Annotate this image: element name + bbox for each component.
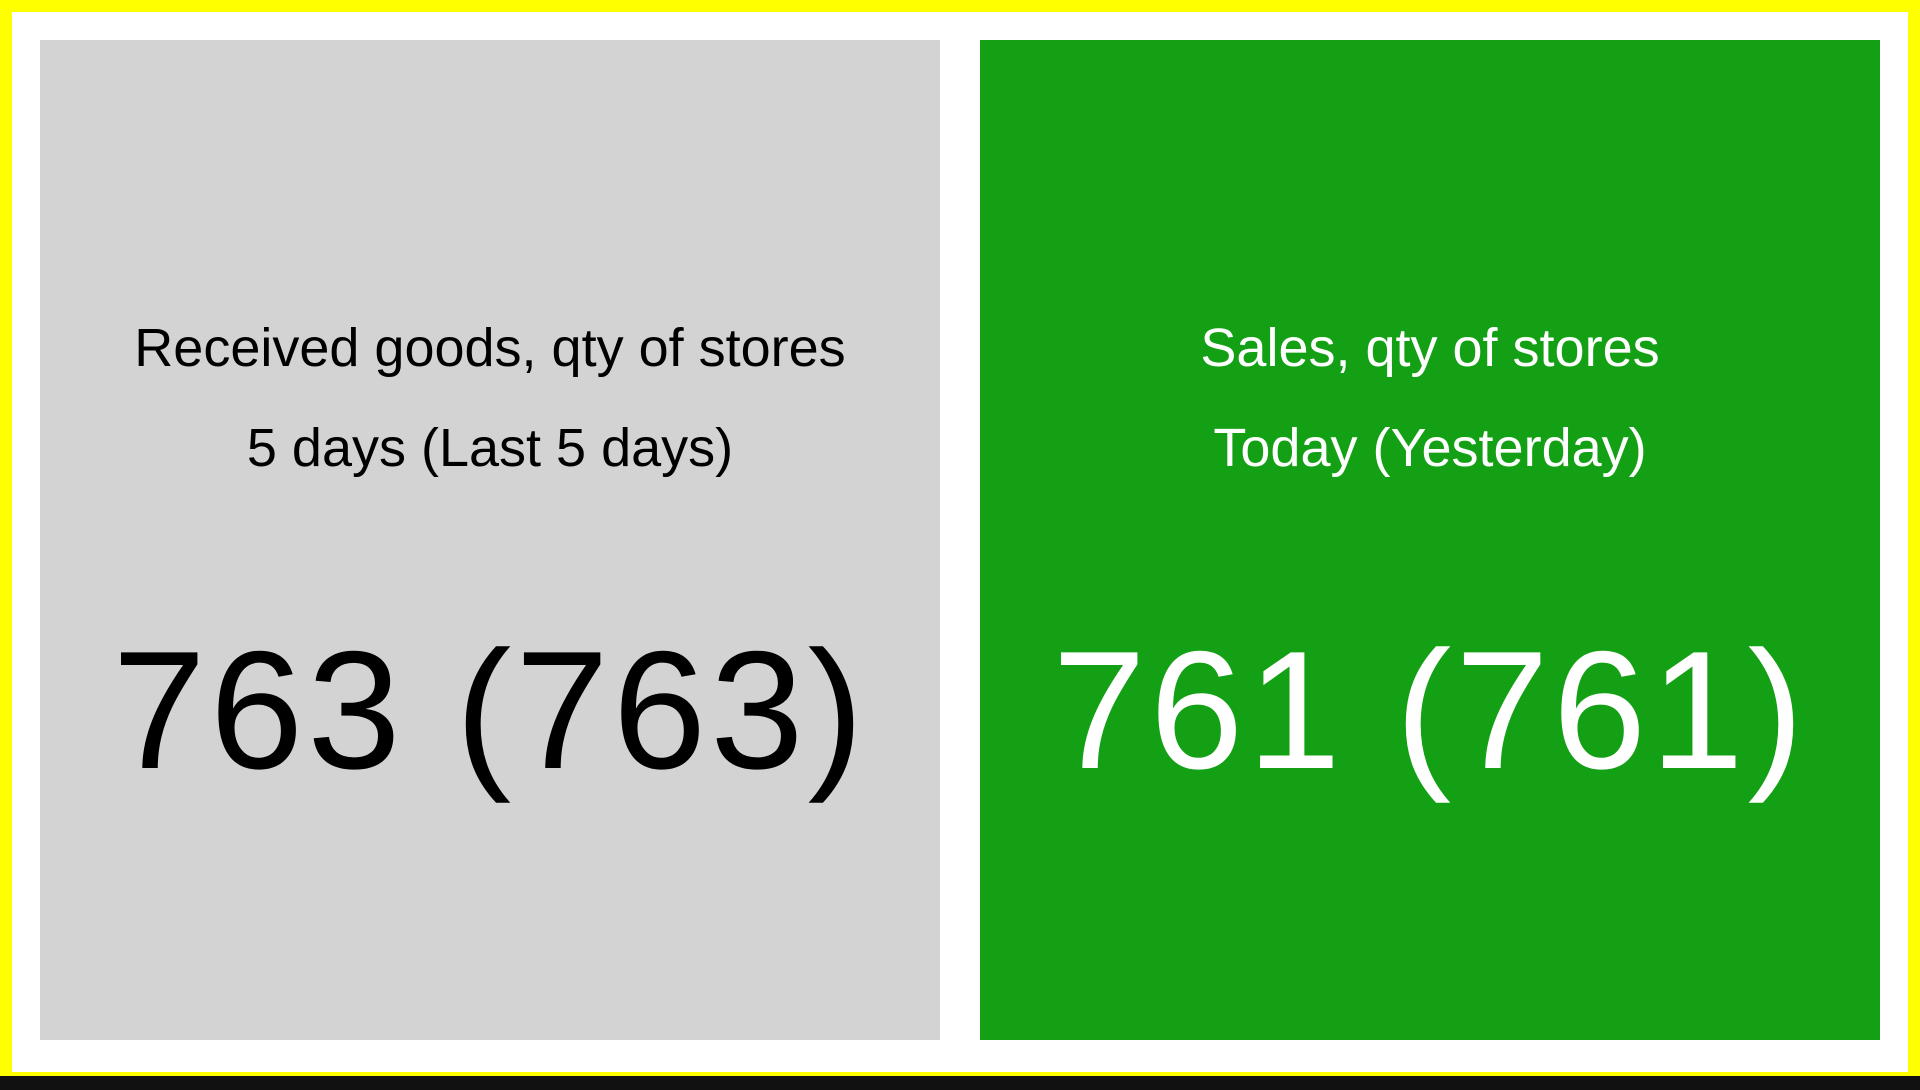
sales-title: Sales, qty of stores (1200, 318, 1660, 378)
dashboard-panel: Received goods, qty of stores 5 days (La… (12, 12, 1908, 1072)
received-goods-tile: Received goods, qty of stores 5 days (La… (40, 40, 940, 1040)
received-goods-period: 5 days (Last 5 days) (246, 418, 734, 478)
received-goods-value: 763 (763) (112, 616, 868, 804)
received-goods-title: Received goods, qty of stores (134, 318, 846, 378)
sales-value: 761 (761) (1052, 616, 1808, 804)
bottom-border (0, 1076, 1920, 1090)
sales-period: Today (Yesterday) (1213, 418, 1647, 478)
dashboard-frame: Received goods, qty of stores 5 days (La… (0, 0, 1920, 1090)
sales-tile: Sales, qty of stores Today (Yesterday) 7… (980, 40, 1880, 1040)
